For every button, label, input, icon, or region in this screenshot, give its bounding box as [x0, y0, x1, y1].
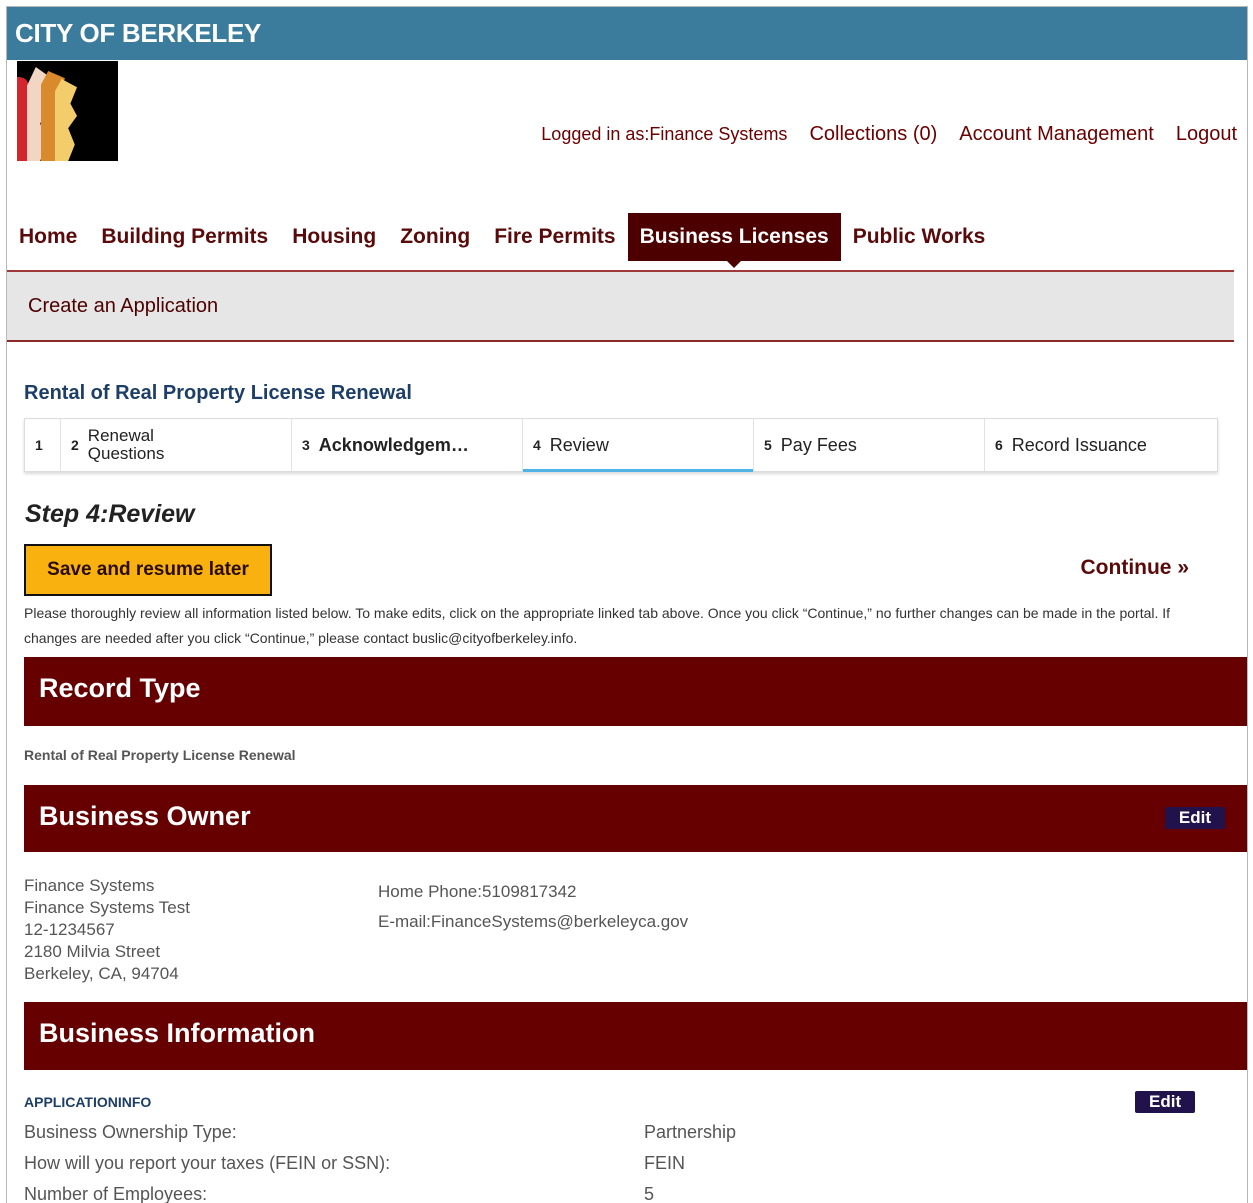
owner-details: Finance Systems Finance Systems Test 12-…	[24, 875, 190, 985]
step-label: Review	[549, 434, 609, 455]
step-number: 6	[995, 437, 1003, 453]
user-links: Logged in as:Finance Systems Collections…	[541, 123, 1237, 146]
owner-business-name: Finance Systems Test	[24, 898, 190, 917]
city-title: CITY OF BERKELEY	[15, 18, 262, 48]
logout-link[interactable]: Logout	[1176, 123, 1237, 146]
owner-email: E-mail:FinanceSystems@berkeleyca.gov	[378, 912, 689, 931]
owner-phone: Home Phone:5109817342	[378, 882, 577, 901]
step-4[interactable]: 4 Review	[523, 419, 754, 472]
nav-zoning[interactable]: Zoning	[388, 213, 482, 261]
info-value: FEIN	[644, 1153, 686, 1173]
step-number: 3	[302, 437, 310, 453]
account-management-link[interactable]: Account Management	[959, 123, 1154, 146]
step-label: Record Issuance	[1011, 434, 1147, 455]
application-info-label: APPLICATIONINFO	[24, 1094, 152, 1110]
save-and-resume-button[interactable]: Save and resume later	[24, 544, 272, 596]
record-title: Rental of Real Property License Renewal	[24, 382, 412, 404]
nav-fire-permits[interactable]: Fire Permits	[482, 213, 627, 261]
business-info-edit-button[interactable]: Edit	[1135, 1091, 1196, 1113]
record-type-heading: Record Type	[39, 673, 201, 703]
continue-button[interactable]: Continue »	[1081, 556, 1190, 580]
nav-business-licenses[interactable]: Business Licenses	[627, 213, 841, 268]
step-number: 4	[533, 437, 541, 453]
business-information-heading: Business Information	[39, 1018, 316, 1048]
info-value: 5	[644, 1184, 655, 1203]
step-number: 5	[764, 437, 772, 453]
step-number: 1	[35, 437, 43, 453]
owner-contact: Home Phone:5109817342 E-mail:FinanceSyst…	[378, 877, 688, 937]
owner-city: Berkeley, CA, 94704	[24, 964, 179, 983]
step-label: Renewal Questions	[87, 426, 165, 463]
owner-street: 2180 Milvia Street	[24, 942, 161, 961]
info-label: Number of Employees:	[24, 1184, 208, 1203]
info-value: Partnership	[644, 1122, 737, 1142]
nav-public-works[interactable]: Public Works	[841, 213, 998, 261]
main-nav: Home Building Permits Housing Zoning Fir…	[7, 213, 998, 268]
step-label: Pay Fees	[780, 434, 857, 455]
step-6[interactable]: 6 Record Issuance	[985, 419, 1217, 471]
review-instructions: Please thoroughly review all information…	[24, 605, 1171, 646]
record-type-value: Rental of Real Property License Renewal	[24, 747, 296, 763]
nav-home[interactable]: Home	[7, 213, 89, 261]
business-owner-edit-button[interactable]: Edit	[1164, 807, 1225, 829]
owner-name: Finance Systems	[24, 876, 155, 895]
step-3[interactable]: 3 Acknowledgem…	[292, 419, 523, 471]
step-1[interactable]: 1	[25, 419, 61, 471]
owner-id: 12-1234567	[24, 920, 115, 939]
collections-link[interactable]: Collections (0)	[809, 123, 937, 146]
step-tracker: 1 2 Renewal Questions 3 Acknowledgem… 4 …	[24, 418, 1218, 472]
business-owner-heading: Business Owner	[39, 801, 251, 831]
info-label: How will you report your taxes (FEIN or …	[24, 1153, 391, 1173]
city-logo[interactable]	[17, 61, 118, 161]
create-application-link[interactable]: Create an Application	[28, 295, 218, 318]
step-label: Acknowledgem…	[318, 434, 469, 455]
nav-building-permits[interactable]: Building Permits	[89, 213, 280, 261]
step-5[interactable]: 5 Pay Fees	[754, 419, 985, 471]
top-bar: CITY OF BERKELEY	[7, 7, 1247, 60]
record-type-section: Record Type	[24, 657, 1247, 726]
business-owner-section: Business Owner Edit	[24, 785, 1247, 852]
logged-in-label: Logged in as:Finance Systems	[541, 124, 788, 144]
info-label: Business Ownership Type:	[24, 1122, 237, 1142]
business-information-section: Business Information	[24, 1002, 1247, 1070]
step-2[interactable]: 2 Renewal Questions	[61, 419, 292, 471]
nav-housing[interactable]: Housing	[280, 213, 388, 261]
page-frame: CITY OF BERKELEY Logged in as:Finance Sy…	[6, 6, 1248, 1203]
step-heading: Step 4:Review	[25, 500, 195, 528]
sub-nav-bar: Create an Application	[7, 272, 1234, 342]
step-number: 2	[71, 437, 79, 453]
